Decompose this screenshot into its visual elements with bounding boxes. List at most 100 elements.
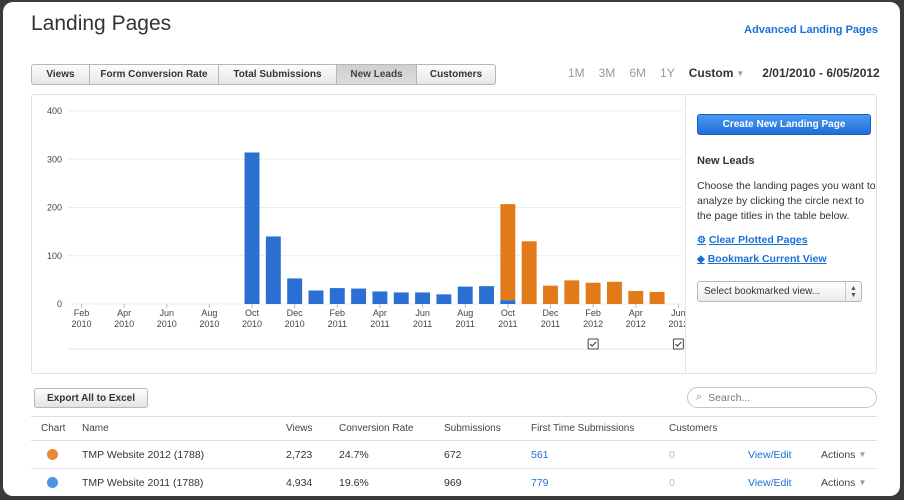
search-input[interactable] — [706, 390, 867, 405]
create-landing-page-button[interactable]: Create New Landing Page — [697, 114, 871, 135]
new-leads-chart: 0100200300400Feb2010Apr2010Jun2010Aug201… — [47, 106, 685, 350]
chart-bar — [457, 286, 473, 304]
tab-customers[interactable]: Customers — [417, 65, 495, 84]
col-submissions[interactable]: Submissions — [444, 417, 501, 440]
col-name[interactable]: Name — [82, 417, 109, 440]
actions-menu[interactable]: Actions ▼ — [821, 441, 866, 468]
x-tick-label: Apr — [373, 308, 387, 318]
row-views: 2,723 — [286, 448, 313, 461]
clear-plotted-pages-link[interactable]: ⚙ Clear Plotted Pages — [697, 234, 808, 246]
view-edit-link[interactable]: View/Edit — [748, 469, 792, 496]
tab-total-submissions[interactable]: Total Submissions — [219, 65, 337, 84]
table-row: TMP Website 2011 (1788) 4,934 19.6% 969 … — [31, 469, 877, 496]
chart-bar — [393, 292, 409, 304]
y-tick-label: 0 — [57, 299, 62, 309]
x-tick-label: Aug — [457, 308, 473, 318]
chart-bar — [415, 292, 431, 304]
x-tick-label: 2010 — [285, 319, 305, 329]
x-tick-label: 2011 — [413, 319, 432, 329]
row-name: TMP Website 2011 (1788) — [82, 476, 204, 489]
app-window: Landing Pages Advanced Landing Pages Vie… — [3, 2, 900, 496]
chart-bar — [479, 286, 494, 304]
row-name: TMP Website 2012 (1788) — [82, 448, 205, 461]
y-tick-label: 300 — [47, 154, 62, 164]
x-tick-label: Feb — [74, 308, 90, 318]
row-customers: 0 — [669, 448, 675, 461]
page-title: Landing Pages — [31, 12, 172, 35]
x-tick-label: 2012 — [583, 319, 603, 329]
x-tick-label: Dec — [287, 308, 304, 318]
x-tick-label: Jun — [671, 308, 685, 318]
chart-bar — [500, 204, 516, 301]
export-excel-button[interactable]: Export All to Excel — [34, 388, 148, 408]
x-tick-label: 2010 — [157, 319, 177, 329]
divider — [685, 95, 686, 373]
chart-panel: 0 100 200 300 400 Feb 2010 Apr 2010 Jun 2010 Aug 201… — [31, 94, 877, 374]
col-customers[interactable]: Customers — [669, 417, 717, 440]
sidebar-description: Choose the landing pages you want to ana… — [697, 180, 876, 222]
col-chart[interactable]: Chart — [41, 417, 65, 440]
chevron-down-icon: ▼ — [858, 478, 867, 487]
advanced-landing-pages-link[interactable]: Advanced Landing Pages — [744, 24, 878, 36]
orange-dot-icon — [47, 449, 58, 460]
row-views: 4,934 — [286, 476, 313, 489]
chart-bar — [606, 281, 622, 304]
chart-bar — [265, 236, 281, 304]
col-conversion-rate[interactable]: Conversion Rate — [339, 417, 413, 440]
x-tick-label: Feb — [330, 308, 346, 318]
x-tick-label: 2012 — [668, 319, 685, 329]
col-views[interactable]: Views — [286, 417, 313, 440]
search-box[interactable]: ⌕ — [687, 387, 877, 408]
search-icon: ⌕ — [696, 391, 703, 403]
plot-toggle[interactable] — [47, 441, 58, 468]
chart-bar — [244, 152, 260, 304]
bookmark-current-view-label: Bookmark Current View — [707, 253, 827, 265]
chevron-down-icon: ▼ — [736, 68, 745, 78]
row-conversion-rate: 24.7% — [339, 448, 369, 461]
chart-bar — [585, 282, 601, 304]
chart-bar — [521, 241, 537, 304]
blue-dot-icon — [47, 477, 58, 488]
range-3m[interactable]: 3M — [599, 66, 616, 80]
chart-bar — [500, 300, 516, 304]
x-tick-label: 2011 — [541, 319, 560, 329]
chart-bar — [329, 288, 345, 304]
bookmark-select[interactable]: Select bookmarked view... ▲ ▼ — [697, 281, 862, 302]
select-arrows-icon: ▲ ▼ — [845, 282, 861, 301]
col-first-time-submissions[interactable]: First Time Submissions — [531, 417, 634, 440]
x-tick-label: Dec — [542, 308, 559, 318]
gear-icon: ⚙ — [697, 234, 706, 246]
landing-pages-table: Chart Name Views Conversion Rate Submiss… — [31, 416, 877, 496]
view-edit-link[interactable]: View/Edit — [748, 441, 792, 468]
row-submissions: 969 — [444, 476, 462, 489]
bookmark-select-value: Select bookmarked view... — [704, 286, 821, 297]
tab-new-leads[interactable]: New Leads — [337, 65, 417, 84]
bookmark-current-view-link[interactable]: ◆ Bookmark Current View — [697, 253, 827, 265]
range-1y[interactable]: 1Y — [660, 66, 675, 80]
row-conversion-rate: 19.6% — [339, 476, 369, 489]
chevron-down-icon: ▼ — [858, 450, 867, 459]
chart-bar — [351, 288, 367, 304]
date-range-label: 2/01/2010 - 6/05/2012 — [762, 66, 880, 80]
x-tick-label: 2011 — [456, 319, 475, 329]
custom-range-dropdown[interactable]: Custom — [689, 66, 734, 80]
range-1m[interactable]: 1M — [568, 66, 585, 80]
x-tick-label: 2012 — [626, 319, 646, 329]
actions-label: Actions — [821, 476, 856, 489]
x-tick-label: 2010 — [242, 319, 262, 329]
row-first-time-link[interactable]: 779 — [531, 469, 549, 496]
tab-views[interactable]: Views — [32, 65, 90, 84]
table-row: TMP Website 2012 (1788) 2,723 24.7% 672 … — [31, 441, 877, 469]
x-tick-label: Apr — [629, 308, 643, 318]
actions-menu[interactable]: Actions ▼ — [821, 469, 866, 496]
tab-form-conversion-rate[interactable]: Form Conversion Rate — [90, 65, 219, 84]
row-first-time-link[interactable]: 561 — [531, 441, 549, 468]
x-tick-label: 2010 — [71, 319, 91, 329]
chart-bar — [543, 285, 558, 304]
sidebar-heading: New Leads — [697, 155, 755, 167]
plot-toggle[interactable] — [47, 469, 58, 496]
range-6m[interactable]: 6M — [629, 66, 646, 80]
x-tick-label: Oct — [245, 308, 260, 318]
actions-label: Actions — [821, 448, 856, 461]
calendar-check-icon — [672, 338, 684, 350]
